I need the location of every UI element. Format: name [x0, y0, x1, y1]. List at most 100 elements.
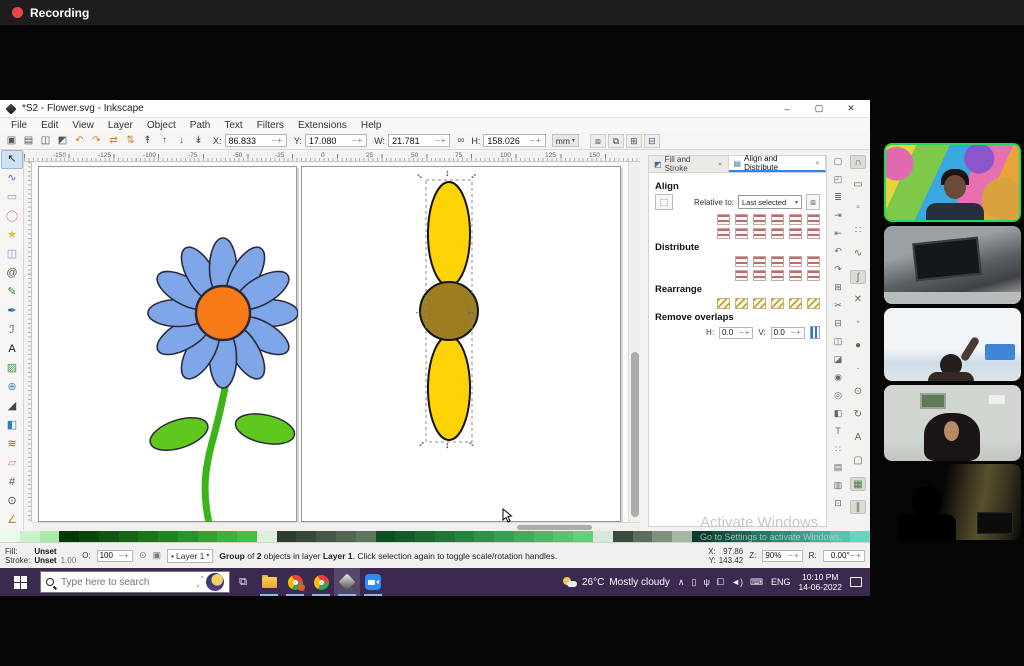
selection-handle-bottom[interactable]: ↕: [445, 441, 450, 449]
palette-swatch[interactable]: [198, 531, 218, 542]
zoom-input[interactable]: 90%−+: [762, 550, 802, 562]
current-layer-dropdown[interactable]: • Layer 1 ▾: [167, 549, 213, 563]
minimize-button[interactable]: –: [774, 104, 800, 114]
snap-cusp-nodes-icon[interactable]: ◦: [850, 316, 866, 330]
palette-swatch[interactable]: [633, 531, 653, 542]
y-input[interactable]: 17.080−+: [305, 134, 367, 147]
horizontal-scrollbar-thumb[interactable]: [517, 525, 592, 530]
taskbar-clock[interactable]: 10:10 PM 14-06-2022: [799, 572, 842, 592]
palette-swatch[interactable]: [415, 531, 435, 542]
maximize-button[interactable]: ▢: [806, 103, 832, 114]
participant-video-1[interactable]: [884, 143, 1021, 222]
snap-grid-icon[interactable]: ▦: [850, 477, 866, 491]
print-icon[interactable]: ≣: [832, 191, 845, 204]
snap-bbox-corners-icon[interactable]: ∷: [850, 224, 866, 238]
tool-eraser[interactable]: ▱: [1, 454, 23, 473]
flower-drawing[interactable]: [39, 167, 298, 522]
exchange-selection-order[interactable]: [735, 298, 748, 309]
horizontal-scrollbar[interactable]: [32, 522, 640, 531]
tool-star[interactable]: ★: [1, 226, 23, 245]
palette-swatch[interactable]: [316, 531, 336, 542]
tool-ellipse[interactable]: ◯: [1, 207, 23, 226]
distribute-bottom-edges[interactable]: [771, 270, 784, 281]
group-icon[interactable]: ◉: [832, 371, 845, 384]
tool-spray[interactable]: ≋: [1, 435, 23, 454]
palette-swatch[interactable]: [277, 531, 297, 542]
ime-keyboard-icon[interactable]: ⌨: [750, 577, 763, 588]
flower-center[interactable]: [196, 286, 250, 340]
taskbar-inkscape[interactable]: [334, 568, 360, 596]
menu-item[interactable]: Help: [354, 120, 389, 131]
palette-swatch[interactable]: [237, 531, 257, 542]
palette-swatch[interactable]: [435, 531, 455, 542]
menu-item[interactable]: Object: [140, 120, 183, 131]
palette-swatch[interactable]: [652, 531, 672, 542]
distribute-left-edges[interactable]: [735, 256, 748, 267]
menu-item[interactable]: Extensions: [291, 120, 354, 131]
tool-3dbox[interactable]: ◫: [1, 245, 23, 264]
participant-video-4[interactable]: [884, 385, 1021, 461]
equal-gaps-v[interactable]: [789, 270, 802, 281]
task-view-button[interactable]: ⧉: [230, 568, 256, 596]
snap-midpoints-icon[interactable]: ∙: [850, 362, 866, 376]
palette-swatch[interactable]: [850, 531, 870, 542]
taskbar-file-explorer[interactable]: [256, 568, 282, 596]
snap-bbox-icon[interactable]: ▭: [850, 178, 866, 192]
palette-swatch[interactable]: [79, 531, 99, 542]
align-right-edges[interactable]: [771, 214, 784, 225]
tool-paint-bucket[interactable]: ◧: [1, 416, 23, 435]
snap-intersections-icon[interactable]: ✕: [850, 293, 866, 307]
selection-touch-icon[interactable]: ◩: [55, 134, 70, 148]
rotate-ccw-icon[interactable]: ↶: [72, 134, 87, 148]
lock-ratio-icon[interactable]: ∞: [453, 134, 468, 148]
tool-spiral[interactable]: @: [1, 264, 23, 283]
text-baseline-align[interactable]: [807, 228, 820, 239]
snap-enable-icon[interactable]: ∩: [850, 155, 866, 169]
palette-swatch[interactable]: [376, 531, 396, 542]
flip-horizontal-icon[interactable]: ⇄: [106, 134, 121, 148]
horizontal-ruler[interactable]: -150-125-100-75-50-250255075100125150: [24, 152, 640, 162]
flower-leaf-left[interactable]: [146, 411, 212, 456]
taskbar-chrome[interactable]: [308, 568, 334, 596]
tool-calligraphy[interactable]: ℐ: [1, 321, 23, 340]
document-properties-icon[interactable]: ▤: [832, 461, 845, 474]
center-horizontal[interactable]: [753, 214, 766, 225]
distribute-top-edges[interactable]: [735, 270, 748, 281]
h-input[interactable]: 158.026−+: [483, 134, 545, 147]
microphone-icon[interactable]: ψ: [703, 577, 709, 587]
palette-swatch[interactable]: [158, 531, 178, 542]
align-right-to-left-edge[interactable]: [717, 214, 730, 225]
tool-rectangle[interactable]: ▭: [1, 188, 23, 207]
tool-dropper[interactable]: ◢: [1, 397, 23, 416]
snap-text-baseline-icon[interactable]: A: [850, 431, 866, 445]
snap-object-centers-icon[interactable]: ⊙: [850, 385, 866, 399]
randomize-centers[interactable]: [789, 298, 802, 309]
ungroup-icon[interactable]: ◎: [832, 389, 845, 402]
text-anchor-horizontal[interactable]: [807, 214, 820, 225]
copy-icon[interactable]: ⊞: [832, 281, 845, 294]
palette-swatch[interactable]: [613, 531, 633, 542]
flip-vertical-icon[interactable]: ⇅: [123, 134, 138, 148]
participant-video-5[interactable]: [884, 464, 1021, 540]
raise-one-icon[interactable]: ↑: [157, 134, 172, 148]
palette-swatch[interactable]: [573, 531, 593, 542]
vertical-scrollbar[interactable]: [628, 162, 640, 522]
clone-icon[interactable]: ◪: [832, 353, 845, 366]
distribute-right-edges[interactable]: [771, 256, 784, 267]
notification-center-icon[interactable]: [850, 577, 862, 587]
weather-widget[interactable]: 26°C Mostly cloudy: [563, 577, 670, 588]
yellow-ellipse-top[interactable]: [428, 182, 470, 286]
center-vertical[interactable]: [753, 228, 766, 239]
scale-corners-icon[interactable]: ⧉: [608, 134, 624, 148]
scale-stroke-icon[interactable]: ⧈: [590, 134, 606, 148]
exchange-stacking[interactable]: [771, 298, 784, 309]
cast-display-icon[interactable]: ⧠: [717, 577, 724, 588]
selection-handle-top[interactable]: ↕: [445, 169, 450, 177]
text-anchors-h[interactable]: [807, 256, 820, 267]
tool-node-editor[interactable]: ∿: [1, 169, 23, 188]
palette-swatch[interactable]: [474, 531, 494, 542]
menu-item[interactable]: Text: [217, 120, 249, 131]
yellow-ellipse-bottom[interactable]: [428, 336, 470, 440]
undo-icon[interactable]: ↶: [832, 245, 845, 258]
overlap-v-input[interactable]: 0.0−+: [771, 327, 805, 339]
